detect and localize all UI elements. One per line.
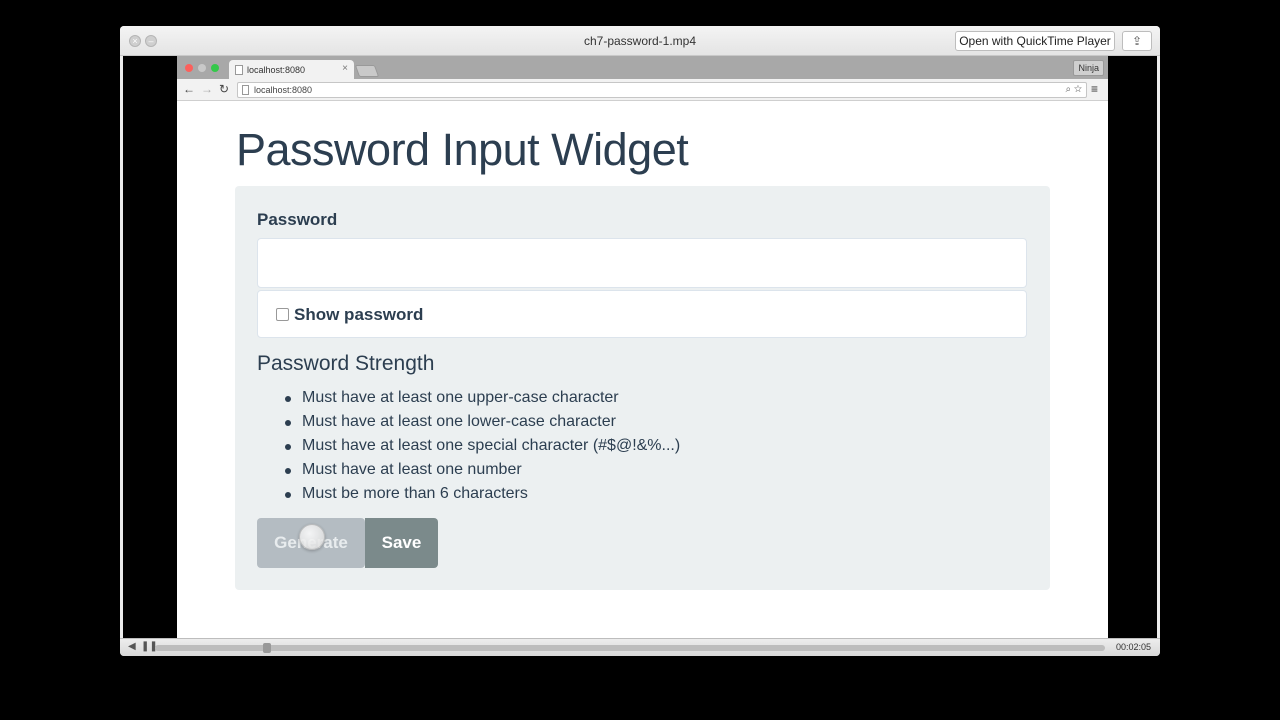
browser-tab-strip: localhost:8080 × Ninja: [177, 56, 1108, 79]
tab-label: localhost:8080: [247, 65, 306, 75]
volume-icon[interactable]: ◀: [128, 641, 136, 652]
new-tab-button[interactable]: [354, 65, 380, 77]
page-icon: [242, 85, 249, 95]
mouse-cursor-highlight: [299, 524, 325, 550]
password-strength-heading: Password Strength: [257, 352, 435, 375]
address-bar[interactable]: localhost:8080 ⌕ ☆: [237, 82, 1087, 98]
rule-item: Must be more than 6 characters: [285, 484, 680, 508]
address-url: localhost:8080: [254, 85, 313, 95]
show-password-label[interactable]: Show password: [294, 305, 423, 325]
password-input[interactable]: [257, 238, 1027, 288]
playhead[interactable]: [263, 643, 272, 653]
browser-minimize-icon[interactable]: [198, 64, 206, 72]
profile-badge[interactable]: Ninja: [1073, 60, 1104, 76]
password-panel: Password Show password Password Strength…: [235, 186, 1050, 590]
save-button[interactable]: Save: [365, 518, 438, 568]
video-frame: localhost:8080 × Ninja ← → ↻ localhost:8…: [123, 56, 1157, 638]
password-label: Password: [257, 210, 338, 229]
show-password-row[interactable]: Show password: [257, 290, 1027, 338]
player-controls: ◀ ❚❚ 00:02:05: [120, 638, 1160, 656]
reload-icon[interactable]: ↻: [219, 82, 229, 96]
rule-item: Must have at least one lower-case charac…: [285, 412, 680, 436]
progress-scrubber[interactable]: [155, 643, 1105, 653]
page-title: Password Input Widget: [236, 124, 689, 175]
rule-item: Must have at least one number: [285, 460, 680, 484]
browser-zoom-icon[interactable]: [211, 64, 219, 72]
forward-arrow-icon[interactable]: →: [201, 82, 213, 96]
web-page: Password Input Widget Password Show pass…: [177, 102, 1108, 638]
video-player-window: × – ch7-password-1.mp4 Open with QuickTi…: [120, 26, 1160, 656]
hamburger-menu-icon[interactable]: ≡: [1091, 82, 1098, 96]
page-icon: [235, 65, 243, 75]
browser-toolbar: ← → ↻ localhost:8080 ⌕ ☆ ≡: [177, 79, 1108, 101]
elapsed-time: 00:02:05: [1116, 642, 1152, 652]
player-titlebar: × – ch7-password-1.mp4 Open with QuickTi…: [120, 26, 1160, 56]
share-icon[interactable]: ⇪: [1122, 31, 1152, 51]
rule-item: Must have at least one special character…: [285, 436, 680, 460]
browser-tab[interactable]: localhost:8080 ×: [229, 60, 354, 79]
bookmark-star-icon[interactable]: ⌕ ☆: [1065, 84, 1082, 95]
show-password-checkbox[interactable]: [276, 308, 289, 321]
password-rules-list: Must have at least one upper-case charac…: [285, 388, 680, 508]
open-with-quicktime-button[interactable]: Open with QuickTime Player: [955, 31, 1115, 51]
browser-window: localhost:8080 × Ninja ← → ↻ localhost:8…: [177, 56, 1108, 638]
back-arrow-icon[interactable]: ←: [183, 82, 195, 96]
tab-close-icon[interactable]: ×: [342, 63, 348, 74]
browser-close-icon[interactable]: [185, 64, 193, 72]
rule-item: Must have at least one upper-case charac…: [285, 388, 680, 412]
